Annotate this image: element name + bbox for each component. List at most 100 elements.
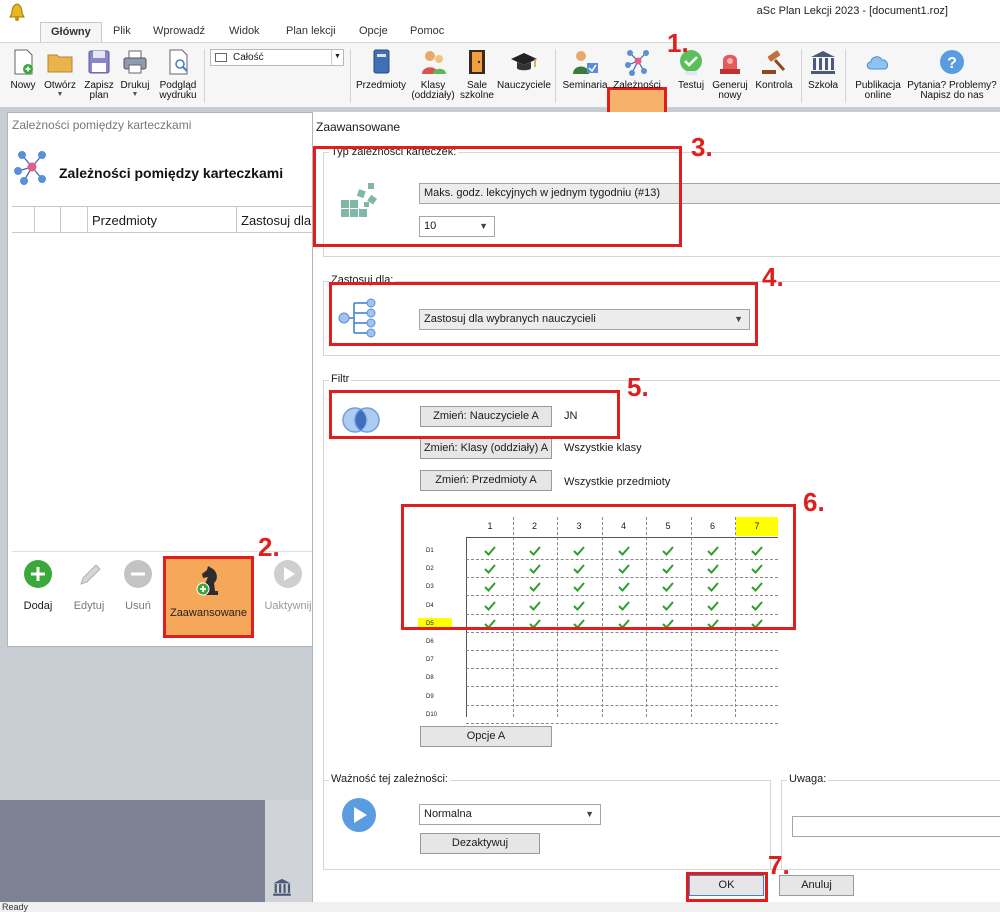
print-dropdown-arrow[interactable]: ▼ — [118, 91, 152, 98]
open-button[interactable]: Otwórz ▼ — [42, 47, 78, 98]
ribbon-separator — [204, 49, 205, 103]
ribbon-separator — [801, 49, 802, 103]
grid-row-header[interactable]: D9 — [418, 691, 452, 703]
gavel-icon — [762, 50, 786, 74]
grid-row-header[interactable]: D7 — [418, 654, 452, 666]
grid-row-header[interactable]: D6 — [418, 636, 452, 648]
open-dropdown-arrow[interactable]: ▼ — [42, 91, 78, 98]
ribbon-separator — [555, 49, 556, 103]
column-header-subjects[interactable]: Przedmioty — [92, 213, 157, 228]
change-subjects-button[interactable]: Zmień: Przedmioty A — [420, 470, 552, 491]
tab-opcje[interactable]: Opcje — [359, 25, 388, 37]
grid-row-header[interactable]: D10 — [418, 709, 452, 721]
print-preview-icon — [169, 49, 188, 75]
highlight-box-5 — [329, 390, 620, 439]
table-header: Przedmioty Zastosuj dla — [12, 207, 312, 233]
grid-view-icon — [215, 53, 227, 62]
minus-circle-icon — [124, 560, 152, 588]
view-select[interactable]: Całość ▼ — [210, 49, 344, 66]
tab-wprowadz[interactable]: Wprowadź — [153, 25, 205, 37]
options-button[interactable]: Opcje A — [420, 726, 552, 747]
dependencies-button[interactable]: Zależności — [612, 47, 662, 91]
grid-row-divider — [466, 668, 778, 670]
help-contact-button[interactable]: ? Pytania? Problemy? Napisz do nas — [906, 47, 998, 101]
folder-icon — [47, 54, 73, 73]
importance-label: Ważność tej zależności: — [329, 773, 450, 785]
dialog-heading: Zależności pomiędzy karteczkami — [59, 165, 284, 181]
subjects-filter-value: Wszystkie przedmioty — [564, 476, 671, 488]
highlight-box-4 — [329, 282, 758, 346]
dependencies-table[interactable]: Przedmioty Zastosuj dla — [12, 206, 312, 551]
grid-row-divider — [466, 722, 778, 724]
pencil-icon — [80, 564, 101, 585]
siren-icon — [720, 54, 740, 74]
ribbon-separator — [350, 49, 351, 103]
importance-group — [323, 780, 771, 870]
chevron-down-icon: ▼ — [585, 809, 594, 819]
step-marker-5: 5. — [627, 372, 649, 402]
importance-select[interactable]: Normalna ▼ — [419, 804, 601, 825]
classes-filter-value: Wszystkie klasy — [564, 442, 642, 454]
note-input[interactable] — [792, 816, 1000, 837]
step-marker-3: 3. — [691, 132, 713, 162]
deactivate-button[interactable]: Dezaktywuj — [420, 833, 540, 854]
subjects-button[interactable]: Przedmioty — [355, 47, 407, 91]
advanced-button[interactable]: Zaawansowane — [163, 556, 254, 638]
printer-icon — [123, 50, 147, 74]
school-button[interactable]: Szkoła — [806, 47, 840, 91]
step-marker-1: 1. — [667, 28, 689, 58]
play-circle-icon — [342, 798, 376, 832]
column-divider — [236, 207, 237, 233]
book-icon — [373, 49, 390, 74]
new-button[interactable]: Nowy — [8, 47, 38, 91]
grid-row-header[interactable]: D8 — [418, 672, 452, 684]
classrooms-button[interactable]: Sale szkolne — [459, 47, 495, 101]
delete-button[interactable]: Usuń — [118, 552, 158, 612]
classes-button[interactable]: Klasy (oddziały) — [410, 47, 456, 101]
edit-button[interactable]: Edytuj — [67, 552, 111, 612]
tab-plik[interactable]: Plik — [113, 25, 131, 37]
tab-plan-lekcji[interactable]: Plan lekcji — [286, 25, 336, 37]
plus-circle-icon — [24, 560, 52, 588]
generate-new-button[interactable]: Generuj nowy — [711, 47, 749, 101]
school-building-icon — [273, 878, 291, 896]
column-header-apply-for[interactable]: Zastosuj dla — [241, 213, 311, 228]
highlight-box-3 — [313, 146, 682, 247]
view-select-dropdown-arrow[interactable]: ▼ — [331, 50, 343, 65]
change-classes-button[interactable]: Zmień: Klasy (oddziały) A — [420, 438, 552, 459]
door-icon — [469, 50, 485, 74]
seminar-icon — [573, 51, 598, 74]
background-workspace — [0, 800, 312, 902]
seminars-button[interactable]: Seminaria — [561, 47, 609, 91]
add-button[interactable]: Dodaj — [18, 552, 58, 612]
publish-online-button[interactable]: Publikacja online — [852, 47, 904, 101]
tab-widok[interactable]: Widok — [229, 25, 260, 37]
dialog-title: Zależności pomiędzy karteczkami — [12, 118, 192, 132]
column-divider — [34, 207, 35, 233]
step-marker-2: 2. — [258, 532, 280, 562]
dependencies-dialog: Zależności pomiędzy karteczkami Zależnoś… — [7, 112, 314, 647]
svg-text:?: ? — [947, 55, 957, 72]
step-marker-7: 7. — [768, 850, 790, 880]
print-button[interactable]: Drukuj ▼ — [118, 47, 152, 98]
control-button[interactable]: Kontrola — [753, 47, 795, 91]
network-dependencies-icon — [14, 151, 46, 185]
column-divider — [60, 207, 61, 233]
new-file-icon — [14, 49, 33, 75]
save-plan-button[interactable]: Zapisz plan — [82, 47, 116, 101]
step-marker-4: 4. — [762, 262, 784, 292]
ribbon-toolbar: Nowy Otwórz ▼ Zapisz plan Drukuj ▼ Podgl… — [0, 42, 1000, 150]
print-preview-button[interactable]: Podgląd wydruku — [156, 47, 200, 101]
bell-app-icon[interactable] — [8, 3, 26, 21]
cancel-button[interactable]: Anuluj — [779, 875, 854, 896]
network-dependencies-icon — [625, 50, 649, 76]
graduation-cap-icon — [511, 53, 537, 71]
step-marker-6: 6. — [803, 487, 825, 517]
tab-glowny[interactable]: Główny — [40, 22, 102, 42]
dialog-footer: Dodaj Edytuj Usuń Uaktywnij — [12, 551, 312, 648]
question-mark-icon: ? — [940, 50, 964, 74]
ribbon-tabs: Główny Plik Wprowadź Widok Plan lekcji O… — [0, 22, 1000, 42]
grid-row-divider — [466, 686, 778, 688]
teachers-button[interactable]: Nauczyciele — [497, 47, 551, 91]
tab-pomoc[interactable]: Pomoc — [410, 25, 444, 37]
